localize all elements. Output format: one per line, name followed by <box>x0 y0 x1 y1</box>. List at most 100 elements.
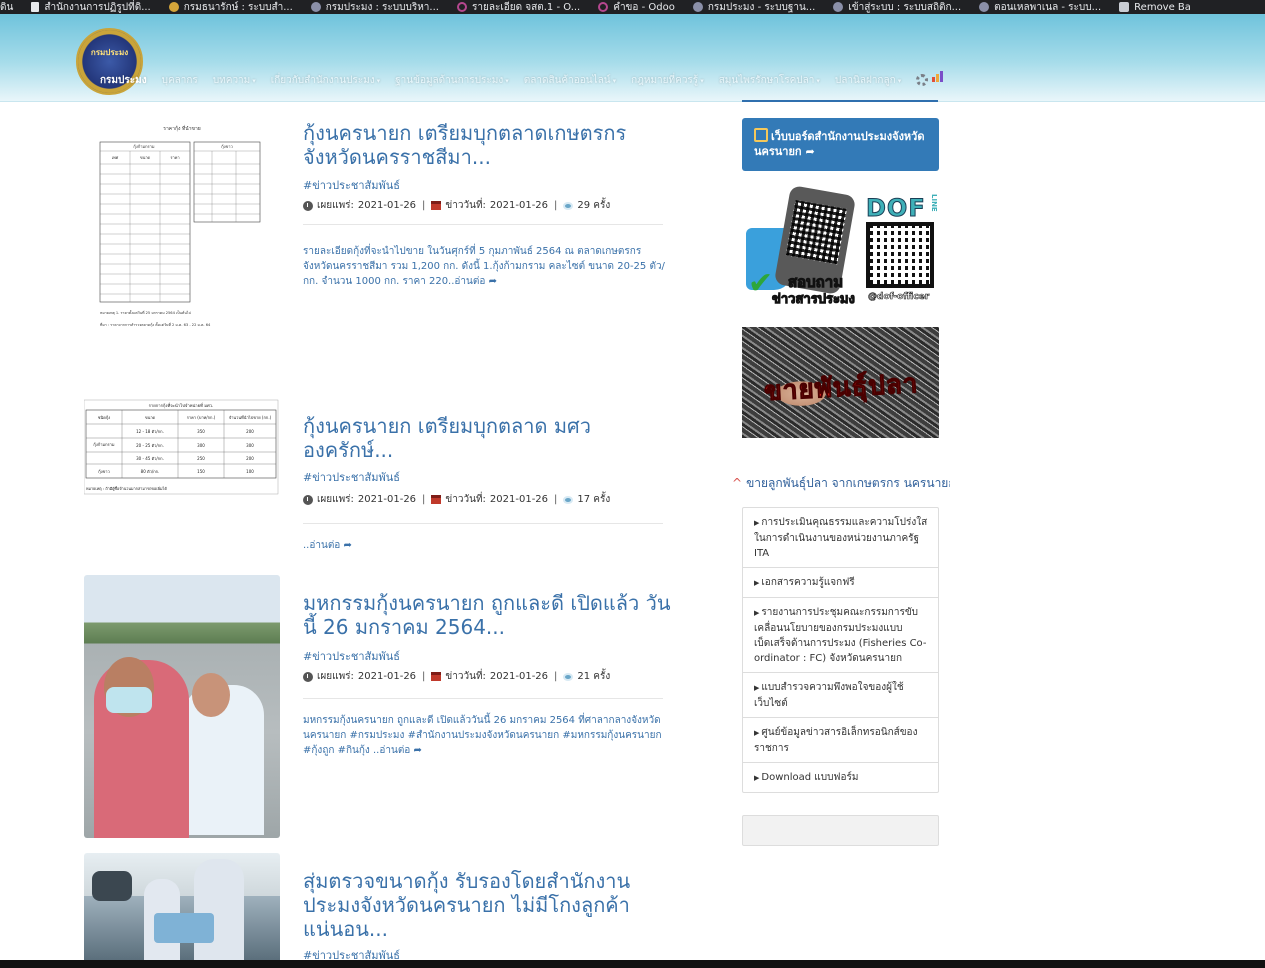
sidebar-link-label: เอกสารความรู้แจกฟรี <box>761 577 855 588</box>
nav-item-home[interactable]: กรมประมง <box>100 73 147 88</box>
nav-item-staff[interactable]: บุคลากร <box>162 73 198 88</box>
chevron-up-icon: ^ <box>732 476 743 490</box>
dof-handle: @dof-officer <box>868 292 930 303</box>
article-thumbnail[interactable]: รายการกุ้งที่จะนำไปจำหน่ายที่ มศว. ชนิดก… <box>84 398 280 496</box>
nav-label: ปลานิลฝากลูก <box>834 74 896 86</box>
read-more-link[interactable]: อ่านต่อ <box>309 540 340 551</box>
table-cell: 150 <box>197 469 205 474</box>
sidebar-link[interactable]: ▶ รายงานการประชุมคณะกรรมการขับเคลื่อนนโยบ… <box>743 598 938 673</box>
article-title[interactable]: สุ่มตรวจขนาดกุ้ง รับรองโดยสำนักงานประมงจ… <box>303 869 673 941</box>
bookmark-label: รายละเอียด จสต.1 - O... <box>471 1 581 13</box>
dof-news-text: ข่าวสารประมง <box>772 292 856 308</box>
seal-icon <box>168 2 179 12</box>
bookmark-item[interactable]: กรมประมง : ระบบบริหา... <box>310 0 439 14</box>
bottom-bar <box>0 960 1265 968</box>
nav-item-articles[interactable]: บทความ ▾ <box>213 73 256 88</box>
photo-person <box>194 859 244 960</box>
table-cell: 300 <box>197 443 205 448</box>
table-col-head: กุ้งก้ามกราม <box>133 144 154 150</box>
photo-basket <box>154 913 214 943</box>
article-photo[interactable] <box>84 853 280 960</box>
meta-separator: | <box>422 200 426 211</box>
table-note: หมายเหตุ : ถ้ามีผู้ซื้อจำนวนมากสามารถขอเ… <box>86 485 167 492</box>
photo-face <box>192 673 230 717</box>
article-photo[interactable] <box>84 575 280 838</box>
article-category[interactable]: #ข่าวประชาสัมพันธ์ <box>303 176 400 194</box>
fish-fry-sale-banner[interactable]: ขายพันธุ์ปลา <box>742 327 939 438</box>
eye-icon <box>563 201 574 210</box>
table-note: ที่มา : ราคาจากการสำรวจตลาดกุ้ง ตั้งแต่ว… <box>100 322 211 328</box>
table-heading: ราคากุ้ง ที่นำขาย <box>163 125 200 132</box>
bookmark-label: คำขอ - Odoo <box>613 1 675 13</box>
logo-text: กรมประมง <box>90 48 129 57</box>
bookmark-item[interactable]: คำขอ - Odoo <box>598 0 675 14</box>
article-card: ราคากุ้ง ที่นำขาย กุ้งก้ามกราม กุ้งขาว เ… <box>84 106 674 396</box>
nav-item-database[interactable]: ฐานข้อมูลด้านการประมง ▾ <box>395 73 509 88</box>
bookmark-item[interactable]: เข้าสู่ระบบ : ระบบสถิติก... <box>833 0 961 14</box>
read-more-link[interactable]: อ่านต่อ <box>379 745 410 756</box>
article-excerpt: ..อ่านต่อ ➦ <box>303 538 665 553</box>
bookmark-item[interactable]: ดิน <box>0 0 13 14</box>
dof-logo: DOF <box>866 194 926 223</box>
seal-icon <box>310 2 321 12</box>
article-title[interactable]: กุ้งนครนายก เตรียมบุกตลาด มศว องครักษ์..… <box>303 414 673 462</box>
article-category[interactable]: #ข่าวประชาสัมพันธ์ <box>303 468 400 486</box>
nav-label: ตลาดสินค้าออนไลน์ <box>523 74 611 86</box>
table-cell: 20 - 25 ตัว/กก. <box>136 443 164 448</box>
table-cell: 300 <box>246 443 254 448</box>
table-cell: 30 - 45 ตัว/กก. <box>136 456 164 461</box>
nav-item-about[interactable]: เกี่ยวกับสำนักงานประมง ▾ <box>271 73 380 88</box>
caret-right-icon: ▶ <box>754 609 760 617</box>
article-thumbnail[interactable]: ราคากุ้ง ที่นำขาย กุ้งก้ามกราม กุ้งขาว เ… <box>84 120 280 386</box>
bookmark-item[interactable]: รายละเอียด จสต.1 - O... <box>456 0 581 14</box>
meta-separator: | <box>422 494 426 505</box>
table-cell: 250 <box>197 456 205 461</box>
seal-icon <box>979 2 990 12</box>
bookmark-item[interactable]: กรมธนารักษ์ : ระบบสำ... <box>168 0 293 14</box>
caret-down-icon: ▾ <box>612 76 617 85</box>
article-title[interactable]: กุ้งนครนายก เตรียมบุกตลาดเกษตรกร จังหวัด… <box>303 121 673 169</box>
nav-item-market[interactable]: ตลาดสินค้าออนไลน์ ▾ <box>524 73 616 88</box>
bookmark-item[interactable]: สำนักงานการปฏิรูปที่ดิ... <box>31 0 151 14</box>
sidebar-link[interactable]: ▶ การประเมินคุณธรรมและความโปร่งใสในการดำเ… <box>743 508 938 568</box>
table-cell: 350 <box>197 429 205 434</box>
dof-line-banner[interactable]: ✔ DOF LINE สอบถาม ข่าวสารประมง @dof-offi… <box>742 185 939 310</box>
bookmark-item[interactable]: Remove Ba <box>1119 2 1191 13</box>
divider <box>303 224 663 225</box>
article-title[interactable]: มหกรรมกุ้งนครนายก ถูกและดี เปิดแล้ว วันน… <box>303 591 673 639</box>
gear-icon[interactable] <box>916 74 929 86</box>
eye-icon <box>563 672 574 681</box>
sidebar-link[interactable]: ▶ เอกสารความรู้แจกฟรี <box>743 568 938 598</box>
nav-item-law[interactable]: กฎหมายที่ควรรู้ ▾ <box>631 73 704 88</box>
webboard-label: เว็บบอร์ดสำนักงานประมงจังหวัดนครนายก <box>754 130 925 158</box>
check-icon: ✔ <box>748 266 774 301</box>
stats-chart-icon[interactable] <box>932 70 944 82</box>
calendar-icon <box>431 201 442 210</box>
sidebar-link[interactable]: ▶ Download แบบฟอร์ม <box>743 763 938 792</box>
published-label: เผยแพร่: <box>317 494 354 505</box>
sidebar-heading-text: ขายลูกพันธุ์ปลา จากเกษตรกร นครนายก <box>746 476 950 490</box>
divider <box>303 523 663 524</box>
table-heading: รายการกุ้งที่จะนำไปจำหน่ายที่ มศว. <box>149 402 214 409</box>
bookmark-item[interactable]: ตอนเหลพาเนล - ระบบ... <box>979 0 1101 14</box>
sidebar-link-label: ศูนย์ข้อมูลข่าวสารอิเล็กทรอนิกส์ของราชกา… <box>754 727 918 754</box>
sidebar-link[interactable]: ▶ ศูนย์ข้อมูลข่าวสารอิเล็กทรอนิกส์ของราชก… <box>743 718 938 763</box>
seal-icon <box>833 2 844 12</box>
sidebar-heading[interactable]: ^ ขายลูกพันธุ์ปลา จากเกษตรกร นครนายก <box>732 474 950 493</box>
sidebar-link[interactable]: ▶ แบบสำรวจความพึงพอใจของผู้ใช้เว็บไซต์ <box>743 673 938 718</box>
nav-item-tilapia[interactable]: ปลานิลฝากลูก ▾ <box>835 73 901 88</box>
bookmark-label: กรมธนารักษ์ : ระบบสำ... <box>183 1 293 13</box>
nav-item-herbs[interactable]: สมุนไพรรักษาโรคปลา ▾ <box>719 73 820 88</box>
sidebar-link-label: รายงานการประชุมคณะกรรมการขับเคลื่อนนโยบา… <box>754 607 927 664</box>
article-card: มหกรรมกุ้งนครนายก ถูกและดี เปิดแล้ว วันน… <box>84 575 674 839</box>
bookmark-item[interactable]: กรมประมง - ระบบฐาน... <box>692 0 815 14</box>
webboard-button[interactable]: เว็บบอร์ดสำนักงานประมงจังหวัดนครนายก ➦ <box>742 118 939 171</box>
article-category[interactable]: #ข่าวประชาสัมพันธ์ <box>303 647 400 665</box>
read-more-link[interactable]: อ่านต่อ <box>454 276 485 287</box>
caret-down-icon: ▾ <box>252 76 256 85</box>
table-col-head: กุ้งขาว <box>221 144 233 150</box>
eye-icon <box>563 495 574 504</box>
calendar-icon <box>431 672 442 681</box>
line-label: LINE <box>930 194 938 212</box>
price-table-image: ราคากุ้ง ที่นำขาย กุ้งก้ามกราม กุ้งขาว เ… <box>99 125 261 328</box>
